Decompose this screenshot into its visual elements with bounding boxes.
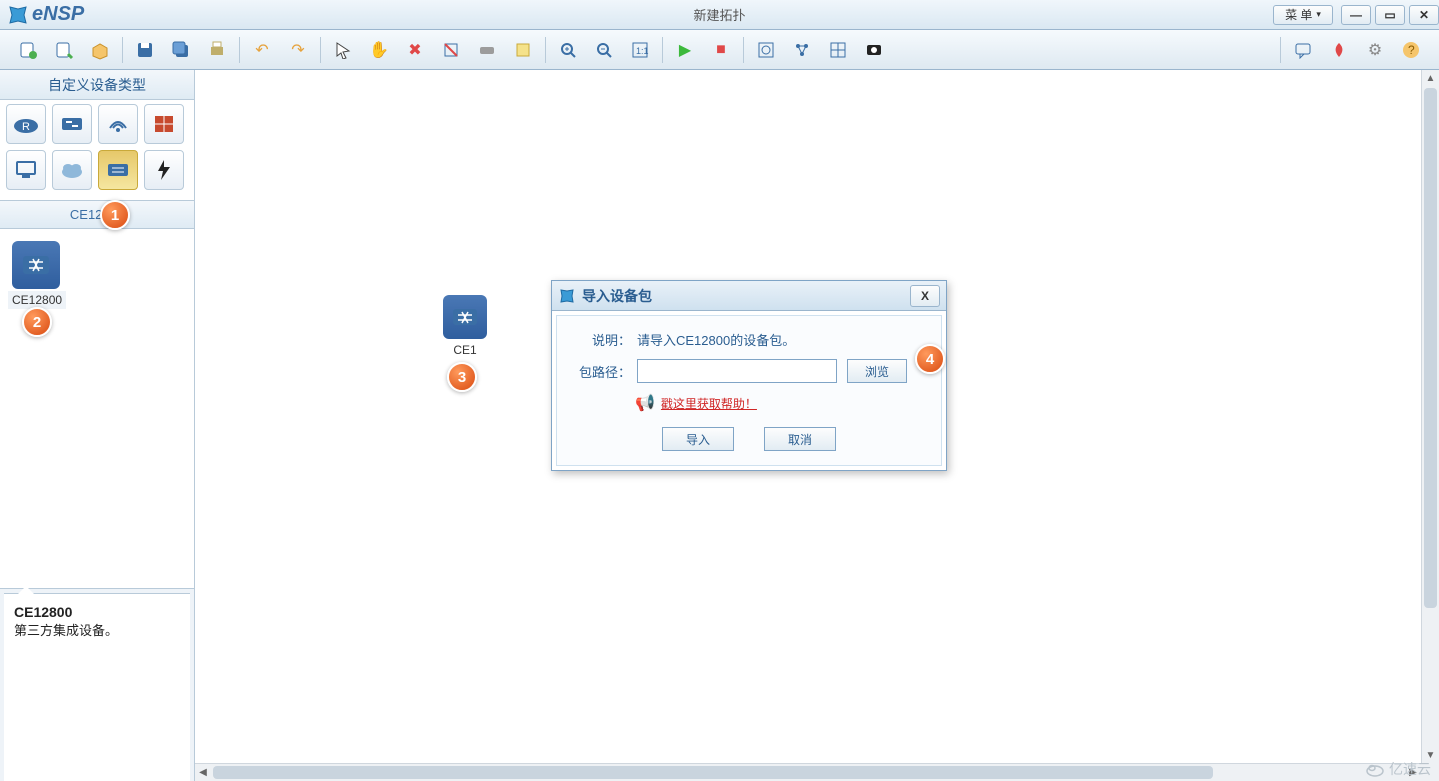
app-logo: eNSP bbox=[0, 3, 92, 26]
svg-text:R: R bbox=[22, 121, 30, 133]
cancel-button[interactable]: 取消 bbox=[764, 427, 836, 451]
settings-icon[interactable]: ⚙ bbox=[1360, 35, 1390, 65]
package-icon[interactable] bbox=[85, 35, 115, 65]
window-controls: 菜 单▾ — ▭ ✕ bbox=[1273, 5, 1439, 25]
play-icon[interactable]: ▶ bbox=[670, 35, 700, 65]
window-title: 新建拓扑 bbox=[693, 5, 745, 24]
inspect-icon[interactable] bbox=[751, 35, 781, 65]
canvas-node-label: CE1 bbox=[443, 343, 487, 357]
fit-icon[interactable]: 1:1 bbox=[625, 35, 655, 65]
note-icon[interactable] bbox=[508, 35, 538, 65]
dialog-desc-text: 请导入CE12800的设备包。 bbox=[637, 330, 795, 349]
logo-icon bbox=[8, 5, 28, 25]
app-name: eNSP bbox=[32, 3, 84, 26]
toolbar-right: ⚙ ? bbox=[1276, 35, 1429, 65]
canvas-node-ce1[interactable]: CE1 bbox=[443, 295, 487, 357]
switch-icon[interactable] bbox=[52, 104, 92, 144]
dialog-help-row: 📢 戳这里获取帮助！ bbox=[635, 393, 923, 413]
huawei-icon[interactable] bbox=[1324, 35, 1354, 65]
browse-button[interactable]: 浏览 bbox=[847, 359, 907, 383]
horizontal-scrollbar[interactable]: ◀ ▶ bbox=[195, 763, 1421, 781]
erase-icon[interactable] bbox=[436, 35, 466, 65]
switch-node-icon bbox=[443, 295, 487, 339]
maximize-button[interactable]: ▭ bbox=[1375, 5, 1405, 25]
undo-icon[interactable]: ↶ bbox=[247, 35, 277, 65]
save-icon[interactable] bbox=[130, 35, 160, 65]
scroll-up-icon[interactable]: ▲ bbox=[1422, 70, 1439, 86]
vscroll-thumb[interactable] bbox=[1424, 88, 1437, 608]
dialog-desc-label: 说明： bbox=[575, 330, 631, 349]
router-icon[interactable]: R bbox=[6, 104, 46, 144]
new-topology-icon[interactable] bbox=[13, 35, 43, 65]
device-list: CE12800 2 bbox=[0, 229, 194, 589]
package-path-input[interactable] bbox=[637, 359, 837, 383]
import-button[interactable]: 导入 bbox=[662, 427, 734, 451]
titlebar: eNSP 新建拓扑 菜 单▾ — ▭ ✕ bbox=[0, 0, 1439, 30]
close-button[interactable]: ✕ bbox=[1409, 5, 1439, 25]
toolbar-left: ↶ ↷ ✋ ✖ 1:1 ▶ ■ bbox=[10, 35, 892, 65]
dialog-path-label: 包路径： bbox=[575, 362, 631, 381]
redo-icon[interactable]: ↷ bbox=[283, 35, 313, 65]
chevron-down-icon: ▾ bbox=[1316, 9, 1321, 20]
sidebar: 自定义设备类型 R CE12800 1 bbox=[0, 70, 195, 781]
sidebar-header: 自定义设备类型 bbox=[0, 70, 194, 100]
category-header: CE12800 1 bbox=[0, 201, 194, 229]
dialog-close-button[interactable]: X bbox=[910, 285, 940, 307]
help-icon[interactable]: ? bbox=[1396, 35, 1426, 65]
callout-2: 2 bbox=[22, 307, 52, 337]
snapshot-icon[interactable] bbox=[859, 35, 889, 65]
cloud-icon[interactable] bbox=[52, 150, 92, 190]
wlan-icon[interactable] bbox=[98, 104, 138, 144]
main: 自定义设备类型 R CE12800 1 bbox=[0, 70, 1439, 781]
canvas[interactable]: CE1 3 导入设备包 X 说明： 请导入CE12800的设备包。 bbox=[195, 70, 1439, 781]
save-all-icon[interactable] bbox=[166, 35, 196, 65]
delete-icon[interactable]: ✖ bbox=[400, 35, 430, 65]
pointer-icon[interactable] bbox=[328, 35, 358, 65]
message-icon[interactable] bbox=[1288, 35, 1318, 65]
dialog-body: 说明： 请导入CE12800的设备包。 包路径： 浏览 📢 戳这里获取帮助！ 导… bbox=[556, 315, 942, 466]
import-dialog: 导入设备包 X 说明： 请导入CE12800的设备包。 包路径： 浏览 📢 bbox=[551, 280, 947, 471]
firewall-icon[interactable] bbox=[144, 104, 184, 144]
dialog-title-icon bbox=[558, 287, 576, 305]
svg-text:?: ? bbox=[1408, 43, 1415, 57]
cloud-watermark-icon bbox=[1365, 759, 1385, 779]
dialog-titlebar[interactable]: 导入设备包 X bbox=[552, 281, 946, 311]
toolbar: ↶ ↷ ✋ ✖ 1:1 ▶ ■ ⚙ ? bbox=[0, 30, 1439, 70]
description-panel: CE12800 第三方集成设备。 bbox=[4, 593, 190, 781]
device-item-icon bbox=[12, 241, 60, 289]
text-icon[interactable] bbox=[472, 35, 502, 65]
lightning-icon[interactable] bbox=[144, 150, 184, 190]
device-item[interactable]: CE12800 bbox=[6, 241, 188, 309]
zoom-out-icon[interactable] bbox=[589, 35, 619, 65]
device-palette: R bbox=[0, 100, 194, 201]
grid-icon[interactable] bbox=[823, 35, 853, 65]
stop-icon[interactable]: ■ bbox=[706, 35, 736, 65]
menu-button[interactable]: 菜 单▾ bbox=[1273, 5, 1333, 25]
dialog-title: 导入设备包 bbox=[582, 286, 652, 306]
megaphone-icon: 📢 bbox=[635, 393, 655, 413]
scroll-left-icon[interactable]: ◀ bbox=[195, 764, 211, 781]
description-text: 第三方集成设备。 bbox=[14, 620, 180, 639]
print-icon[interactable] bbox=[202, 35, 232, 65]
custom-device-icon[interactable] bbox=[98, 150, 138, 190]
svg-text:1:1: 1:1 bbox=[636, 46, 649, 56]
help-link[interactable]: 戳这里获取帮助！ bbox=[661, 395, 757, 412]
watermark: 亿速云 bbox=[1365, 759, 1431, 779]
minimize-button[interactable]: — bbox=[1341, 5, 1371, 25]
open-icon[interactable] bbox=[49, 35, 79, 65]
hscroll-thumb[interactable] bbox=[213, 766, 1213, 779]
callout-4: 4 bbox=[915, 344, 945, 374]
pan-icon[interactable]: ✋ bbox=[364, 35, 394, 65]
callout-3: 3 bbox=[447, 362, 477, 392]
topology-icon[interactable] bbox=[787, 35, 817, 65]
callout-1: 1 bbox=[100, 200, 130, 230]
vertical-scrollbar[interactable]: ▲ ▼ bbox=[1421, 70, 1439, 763]
zoom-in-icon[interactable] bbox=[553, 35, 583, 65]
pc-icon[interactable] bbox=[6, 150, 46, 190]
description-title: CE12800 bbox=[14, 604, 180, 620]
